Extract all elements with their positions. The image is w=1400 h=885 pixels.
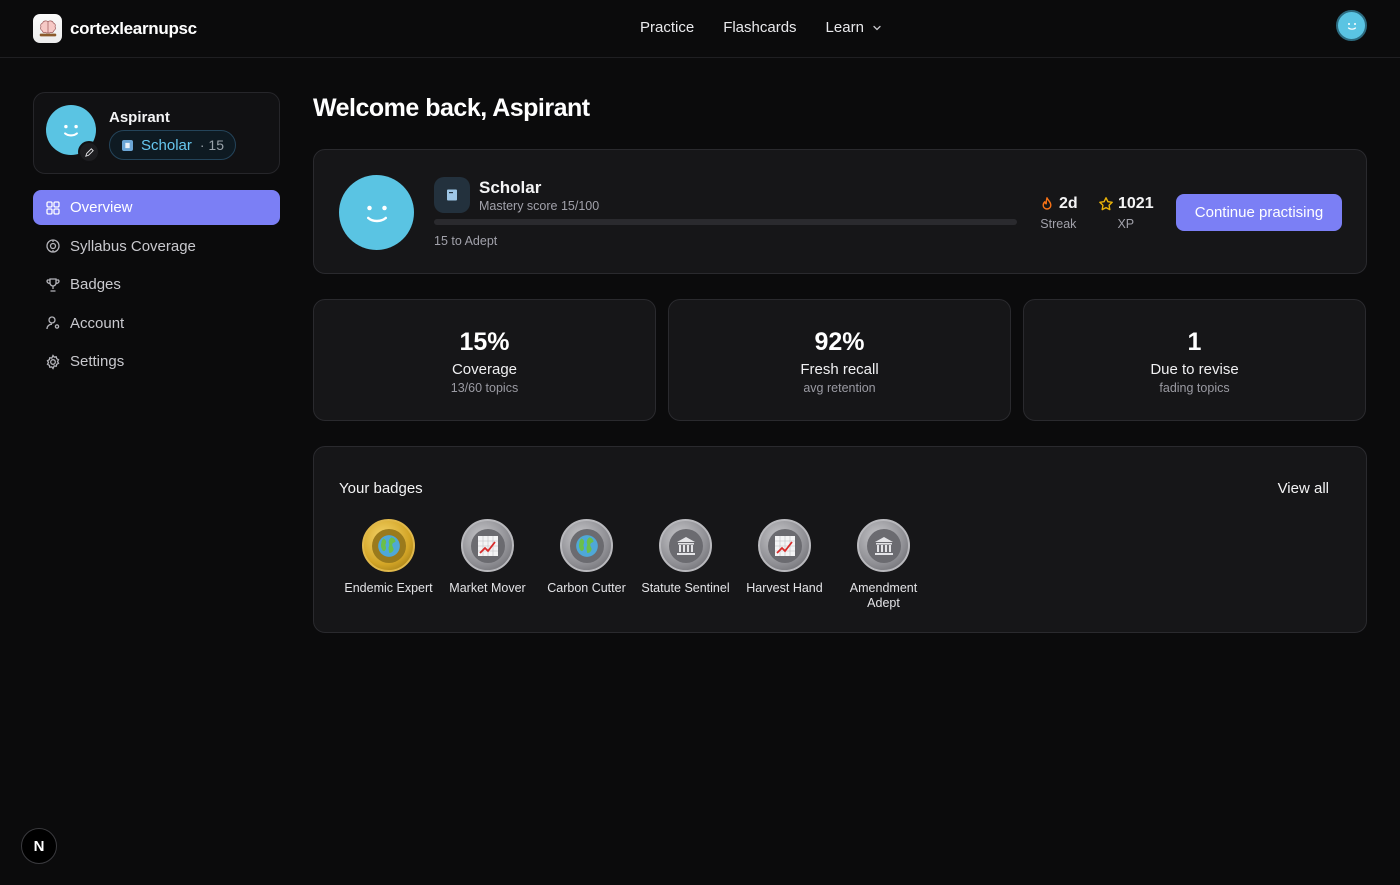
due-to-revise-card: 1 Due to revise fading topics bbox=[1023, 299, 1366, 421]
streak-value: 2d bbox=[1059, 195, 1078, 212]
edit-avatar-button[interactable] bbox=[78, 141, 100, 163]
hero-avatar bbox=[339, 175, 414, 250]
grid-icon bbox=[46, 200, 60, 215]
book-icon bbox=[434, 177, 470, 213]
sidebar-item-badges[interactable]: Badges bbox=[33, 267, 280, 302]
brand-name: cortexlearnupsc bbox=[70, 18, 197, 38]
main-nav: Practice Flashcards Learn bbox=[640, 19, 883, 36]
globe-icon bbox=[575, 534, 598, 557]
target-icon bbox=[46, 239, 60, 253]
silver-medal-icon bbox=[659, 519, 712, 572]
sidebar-item-label: Syllabus Coverage bbox=[70, 237, 196, 255]
xp-label: XP bbox=[1117, 217, 1135, 231]
chart-icon bbox=[774, 535, 795, 556]
flame-icon bbox=[1042, 197, 1052, 210]
user-avatar-menu[interactable] bbox=[1336, 10, 1367, 41]
xp-value: 1021 bbox=[1118, 195, 1154, 212]
gold-medal-icon bbox=[362, 519, 415, 572]
badge-carbon-cutter[interactable]: Carbon Cutter bbox=[537, 519, 636, 610]
pillars-icon bbox=[676, 536, 695, 555]
metric-sub: 13/60 topics bbox=[450, 381, 519, 395]
sidebar-item-label: Settings bbox=[70, 353, 125, 371]
continue-practising-button[interactable]: Continue practising bbox=[1176, 194, 1342, 231]
chart-icon bbox=[477, 535, 498, 556]
sidebar-item-account[interactable]: Account bbox=[33, 306, 280, 341]
profile-name: Aspirant bbox=[109, 109, 170, 126]
streak-stat: 2d Streak bbox=[1039, 195, 1078, 231]
sidebar-item-settings[interactable]: Settings bbox=[33, 344, 280, 379]
pencil-icon bbox=[84, 147, 94, 157]
streak-label: Streak bbox=[1040, 217, 1077, 231]
badge-list: Endemic Expert Market Mover Carbon Cutte… bbox=[339, 519, 933, 610]
mastery-score: Mastery score 15/100 bbox=[479, 199, 600, 213]
sidebar-item-syllabus-coverage[interactable]: Syllabus Coverage bbox=[33, 229, 280, 264]
badge-market-mover[interactable]: Market Mover bbox=[438, 519, 537, 610]
brain-logo-icon bbox=[33, 14, 62, 43]
badge-endemic-expert[interactable]: Endemic Expert bbox=[339, 519, 438, 610]
next-level-text: 15 to Adept bbox=[434, 234, 498, 248]
metric-sub: avg retention bbox=[803, 381, 876, 395]
sidebar-item-label: Overview bbox=[70, 199, 133, 216]
nav-learn[interactable]: Learn bbox=[826, 19, 883, 36]
top-navbar: cortexlearnupsc Practice Flashcards Lear… bbox=[0, 0, 1400, 58]
metric-sub: fading topics bbox=[1159, 381, 1230, 395]
rank-pill: Scholar · 15 bbox=[109, 130, 236, 160]
metric-value: 1 bbox=[1187, 328, 1202, 356]
rank-score: · 15 bbox=[199, 137, 224, 153]
sidebar-item-label: Account bbox=[70, 314, 125, 332]
metric-value: 92% bbox=[814, 328, 865, 356]
metric-value: 15% bbox=[459, 328, 510, 356]
chevron-down-icon bbox=[873, 25, 881, 30]
sidebar-item-label: Badges bbox=[70, 276, 121, 294]
view-all-badges-link[interactable]: View all bbox=[1278, 480, 1329, 497]
metric-label: Due to revise bbox=[1150, 361, 1239, 378]
nav-practice[interactable]: Practice bbox=[640, 19, 694, 36]
coverage-card: 15% Coverage 13/60 topics bbox=[313, 299, 656, 421]
badge-name: Harvest Hand bbox=[746, 581, 823, 595]
badge-harvest-hand[interactable]: Harvest Hand bbox=[735, 519, 834, 610]
trophy-icon bbox=[46, 278, 60, 292]
badges-card: Your badges View all Endemic Expert Mark… bbox=[313, 446, 1367, 633]
badge-name: Statute Sentinel bbox=[641, 581, 730, 595]
badge-name: Market Mover bbox=[449, 581, 526, 595]
badge-name: Amendment Adept bbox=[849, 581, 918, 610]
xp-stat: 1021 XP bbox=[1098, 195, 1154, 231]
badge-statute-sentinel[interactable]: Statute Sentinel bbox=[636, 519, 735, 610]
pillars-icon bbox=[874, 536, 893, 555]
silver-medal-icon bbox=[857, 519, 910, 572]
silver-medal-icon bbox=[560, 519, 613, 572]
gear-icon bbox=[46, 354, 60, 370]
page-title: Welcome back, Aspirant bbox=[313, 94, 590, 122]
globe-icon bbox=[377, 534, 400, 557]
mastery-progress-bar bbox=[434, 219, 1017, 225]
badges-title: Your badges bbox=[339, 480, 423, 497]
smiley-face-icon bbox=[1347, 22, 1356, 30]
smiley-face-icon bbox=[366, 205, 387, 222]
nav-learn-label: Learn bbox=[825, 19, 864, 36]
level-name: Scholar bbox=[479, 178, 542, 197]
metric-label: Coverage bbox=[451, 361, 518, 378]
progress-hero-card: Scholar Mastery score 15/100 15 to Adept… bbox=[313, 149, 1367, 274]
metric-label: Fresh recall bbox=[800, 361, 879, 378]
nav-flashcards[interactable]: Flashcards bbox=[723, 19, 796, 36]
badge-name: Carbon Cutter bbox=[547, 581, 626, 595]
book-icon bbox=[122, 139, 133, 151]
brand[interactable]: cortexlearnupsc bbox=[33, 14, 197, 43]
silver-medal-icon bbox=[461, 519, 514, 572]
silver-medal-icon bbox=[758, 519, 811, 572]
nextjs-dev-indicator-button[interactable]: N bbox=[21, 828, 57, 864]
badge-amendment-adept[interactable]: Amendment Adept bbox=[834, 519, 933, 610]
rank-name: Scholar bbox=[141, 136, 192, 154]
sidebar-item-overview[interactable]: Overview bbox=[33, 190, 280, 225]
badge-name: Endemic Expert bbox=[344, 581, 433, 595]
user-icon bbox=[46, 316, 60, 330]
star-icon bbox=[1099, 197, 1113, 211]
sidebar-nav: Overview Syllabus Coverage Badges Accoun… bbox=[33, 190, 280, 383]
fresh-recall-card: 92% Fresh recall avg retention bbox=[668, 299, 1011, 421]
profile-card: Aspirant Scholar · 15 bbox=[33, 92, 280, 174]
